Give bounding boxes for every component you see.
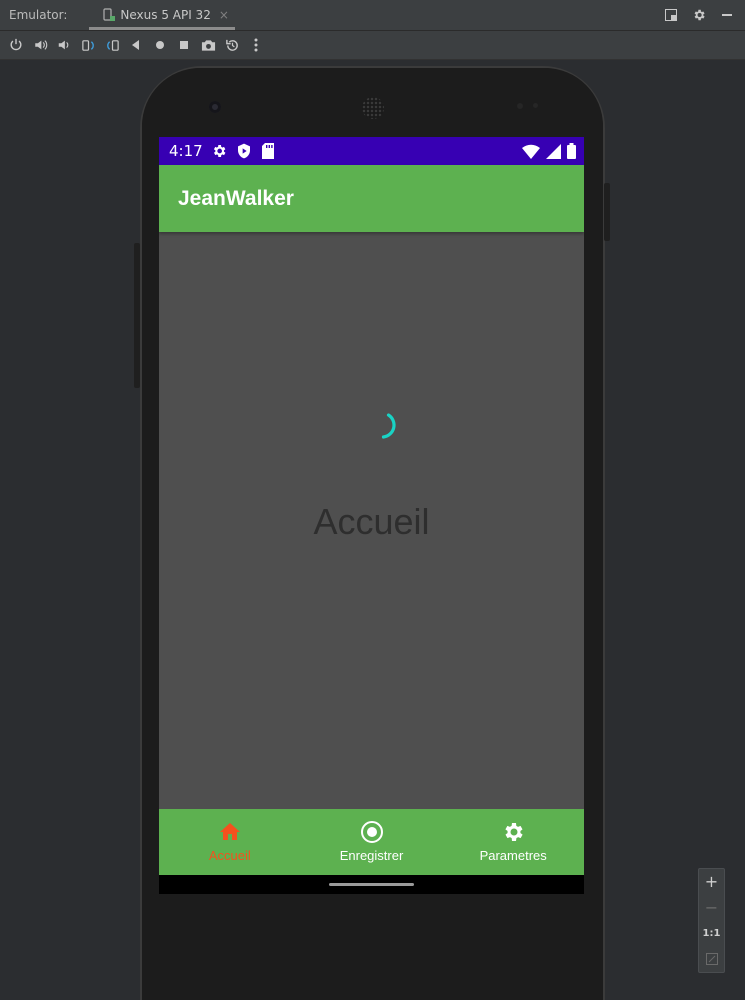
volume-rocker (134, 243, 140, 388)
overview-icon[interactable] (176, 37, 192, 53)
zoom-out-button[interactable]: − (699, 895, 724, 921)
settings-icon (501, 820, 525, 844)
fit-screen-icon (705, 953, 718, 966)
screenshot-icon[interactable] (200, 37, 216, 53)
tab-device-label: Nexus 5 API 32 (120, 8, 211, 22)
device-icon (103, 8, 116, 21)
window-layout-icon[interactable] (663, 7, 679, 23)
earpiece-speaker (362, 97, 384, 119)
volume-down-icon[interactable] (56, 37, 72, 53)
light-sensor (533, 103, 538, 108)
settings-notification-icon (211, 143, 227, 159)
emulator-toolbar (0, 31, 745, 60)
battery-icon (567, 143, 576, 163)
proximity-sensor (517, 103, 523, 109)
power-button (604, 183, 610, 241)
signal-icon (546, 143, 561, 163)
snapshot-icon[interactable] (224, 37, 240, 53)
nav-item-parametres[interactable]: Parametres (442, 809, 584, 875)
app-title: JeanWalker (178, 186, 294, 210)
nav-item-accueil[interactable]: Accueil (159, 809, 301, 875)
zoom-in-button[interactable]: + (699, 869, 724, 895)
more-options-icon[interactable] (248, 37, 264, 53)
nav-label-accueil: Accueil (208, 848, 251, 863)
wifi-icon (522, 144, 540, 163)
home-fragment-text: Accueil (313, 500, 430, 542)
loading-spinner (381, 413, 396, 439)
home-content: Accueil (159, 232, 584, 809)
status-time: 4:17 (169, 142, 203, 160)
sd-card-icon (261, 143, 277, 159)
tab-device[interactable]: Nexus 5 API 32 × (89, 0, 235, 31)
nav-label-enregistrer: Enregistrer (339, 848, 404, 863)
gear-icon[interactable] (691, 7, 707, 23)
home-button-icon[interactable] (152, 37, 168, 53)
power-icon[interactable] (8, 37, 24, 53)
record-icon (360, 820, 384, 844)
tab-active-indicator (89, 26, 235, 30)
rotate-right-icon[interactable] (104, 37, 120, 53)
zoom-controls: + − 1:1 (698, 868, 725, 973)
emulator-panel-label: Emulator: (9, 8, 68, 22)
system-navigation-bar (159, 875, 584, 894)
home-icon (218, 820, 242, 844)
volume-up-icon[interactable] (32, 37, 48, 53)
close-icon[interactable]: × (219, 8, 229, 22)
rotate-left-icon[interactable] (80, 37, 96, 53)
tool-window-header: Emulator: Nexus 5 API 32 × (0, 0, 745, 31)
app-bar: JeanWalker (159, 165, 584, 232)
device-screen[interactable]: 4:17 JeanWalker Accueil Accueil Enregist… (159, 137, 584, 894)
nav-item-enregistrer[interactable]: Enregistrer (301, 809, 443, 875)
nav-label-parametres: Parametres (479, 848, 547, 863)
minimize-icon[interactable] (719, 7, 735, 23)
back-icon[interactable] (128, 37, 144, 53)
status-bar: 4:17 (159, 137, 584, 165)
emulator-window: Emulator: Nexus 5 API 32 × 4:17 JeanWalk… (0, 0, 745, 1000)
zoom-to-fit-button[interactable] (699, 946, 724, 972)
bottom-navigation: Accueil Enregistrer Parametres (159, 809, 584, 875)
actual-size-button[interactable]: 1:1 (699, 921, 724, 947)
front-camera (209, 101, 221, 113)
play-protect-icon (236, 143, 252, 159)
gesture-handle[interactable] (329, 883, 414, 886)
